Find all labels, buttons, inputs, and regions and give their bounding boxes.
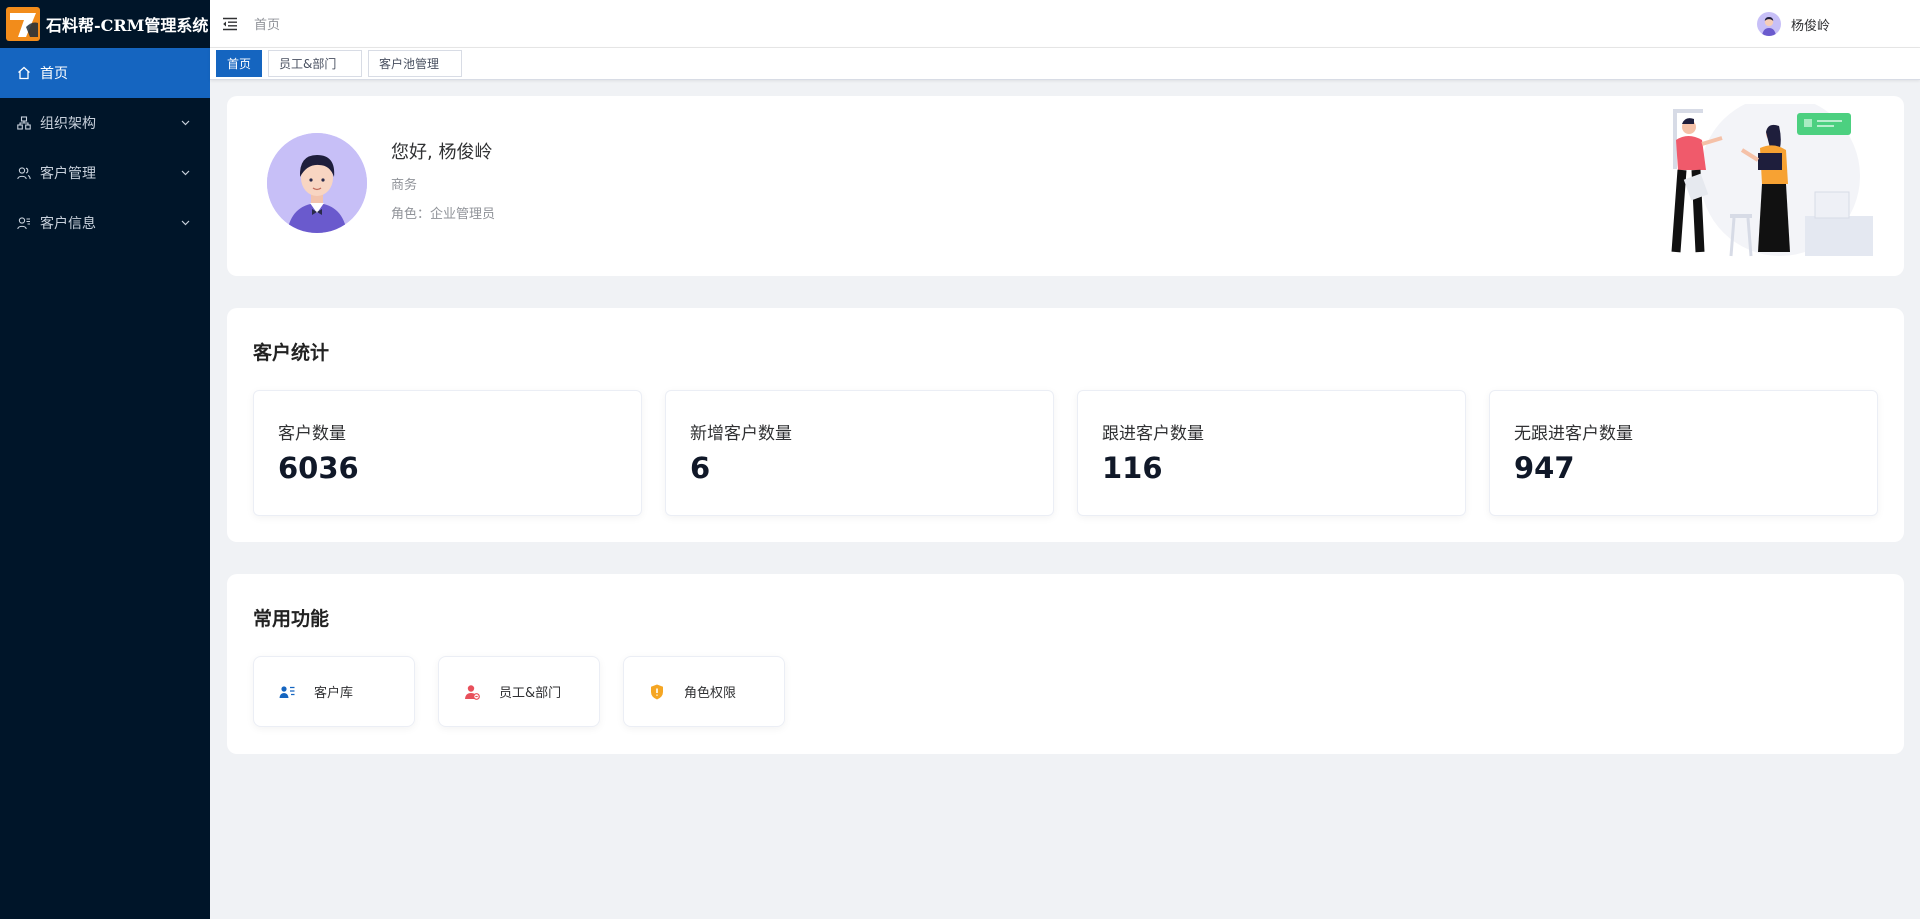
employee-icon xyxy=(463,683,481,701)
chevron-down-icon xyxy=(180,168,190,178)
avatar xyxy=(1756,12,1781,36)
shield-icon xyxy=(648,683,666,701)
section-title: 常用功能 xyxy=(253,608,330,630)
tab-customer-pool[interactable]: 客户池管理 xyxy=(368,50,463,77)
stat-card-new[interactable]: 新增客户数量 6 xyxy=(665,390,1054,516)
customer-library-button[interactable]: 客户库 xyxy=(253,656,415,727)
sidebar-item-home[interactable]: 首页 xyxy=(0,48,210,98)
sidebar-item-label: 客户管理 xyxy=(40,166,96,182)
role-permission-button[interactable]: 角色权限 xyxy=(623,656,785,727)
sidebar: 石料帮-CRM管理系统 首页 组织架构 客户管理 客户信息 xyxy=(0,0,210,919)
stat-value: 116 xyxy=(1102,451,1163,485)
stat-card-total[interactable]: 客户数量 6036 xyxy=(253,390,642,516)
customer-stats-card: 客户统计 客户数量 6036 新增客户数量 6 跟进客户数量 116 无跟进客户… xyxy=(227,308,1904,542)
customer-library-icon xyxy=(278,683,296,701)
common-functions-card: 常用功能 客户库 员工&部门 角色权限 xyxy=(227,574,1904,754)
role: 角色：企业管理员 xyxy=(391,207,496,222)
employee-dept-button[interactable]: 员工&部门 xyxy=(438,656,600,727)
breadcrumb[interactable]: 首页 xyxy=(254,14,280,33)
sidebar-item-label: 客户信息 xyxy=(40,216,96,232)
func-label: 角色权限 xyxy=(684,686,737,701)
chevron-down-icon xyxy=(180,218,190,228)
stat-card-unfollowed[interactable]: 无跟进客户数量 947 xyxy=(1489,390,1878,516)
user-name: 杨俊岭 xyxy=(1790,18,1830,34)
department: 商务 xyxy=(391,178,418,193)
org-icon xyxy=(16,115,32,131)
sidebar-item-label: 首页 xyxy=(40,66,68,82)
users-icon xyxy=(16,165,32,181)
user-info-icon xyxy=(16,215,32,231)
stat-label: 跟进客户数量 xyxy=(1102,424,1204,444)
tab-employee-dept[interactable]: 员工&部门 xyxy=(268,50,363,77)
avatar xyxy=(267,133,367,233)
brand[interactable]: 石料帮-CRM管理系统 xyxy=(0,0,210,48)
stat-value: 6036 xyxy=(278,451,359,485)
sidebar-item-customer-info[interactable]: 客户信息 xyxy=(0,198,210,248)
logo-icon xyxy=(6,7,40,41)
home-icon xyxy=(16,65,32,81)
stat-card-followed[interactable]: 跟进客户数量 116 xyxy=(1077,390,1466,516)
user-menu[interactable]: 杨俊岭 xyxy=(1756,12,1830,36)
app-title: 石料帮-CRM管理系统 xyxy=(46,16,209,35)
func-label: 客户库 xyxy=(314,686,354,701)
top-header: 首页 杨俊岭 xyxy=(210,0,1920,48)
stat-label: 新增客户数量 xyxy=(690,424,792,444)
sidebar-item-org[interactable]: 组织架构 xyxy=(0,98,210,148)
tags-view: 首页 员工&部门 客户池管理 xyxy=(210,48,1920,80)
section-title: 客户统计 xyxy=(253,342,330,364)
sidebar-item-customer-manage[interactable]: 客户管理 xyxy=(0,148,210,198)
stat-value: 6 xyxy=(690,451,711,485)
greeting: 您好, 杨俊岭 xyxy=(391,142,493,163)
chevron-down-icon xyxy=(180,118,190,128)
welcome-card: 您好, 杨俊岭 商务 角色：企业管理员 xyxy=(227,96,1904,276)
tab-home[interactable]: 首页 xyxy=(216,50,263,77)
stat-label: 客户数量 xyxy=(278,424,346,444)
office-illustration xyxy=(1630,96,1880,264)
stat-label: 无跟进客户数量 xyxy=(1514,424,1633,444)
func-label: 员工&部门 xyxy=(499,686,562,701)
sidebar-item-label: 组织架构 xyxy=(40,116,96,132)
stat-value: 947 xyxy=(1514,451,1575,485)
menu-fold-icon[interactable] xyxy=(218,12,242,36)
